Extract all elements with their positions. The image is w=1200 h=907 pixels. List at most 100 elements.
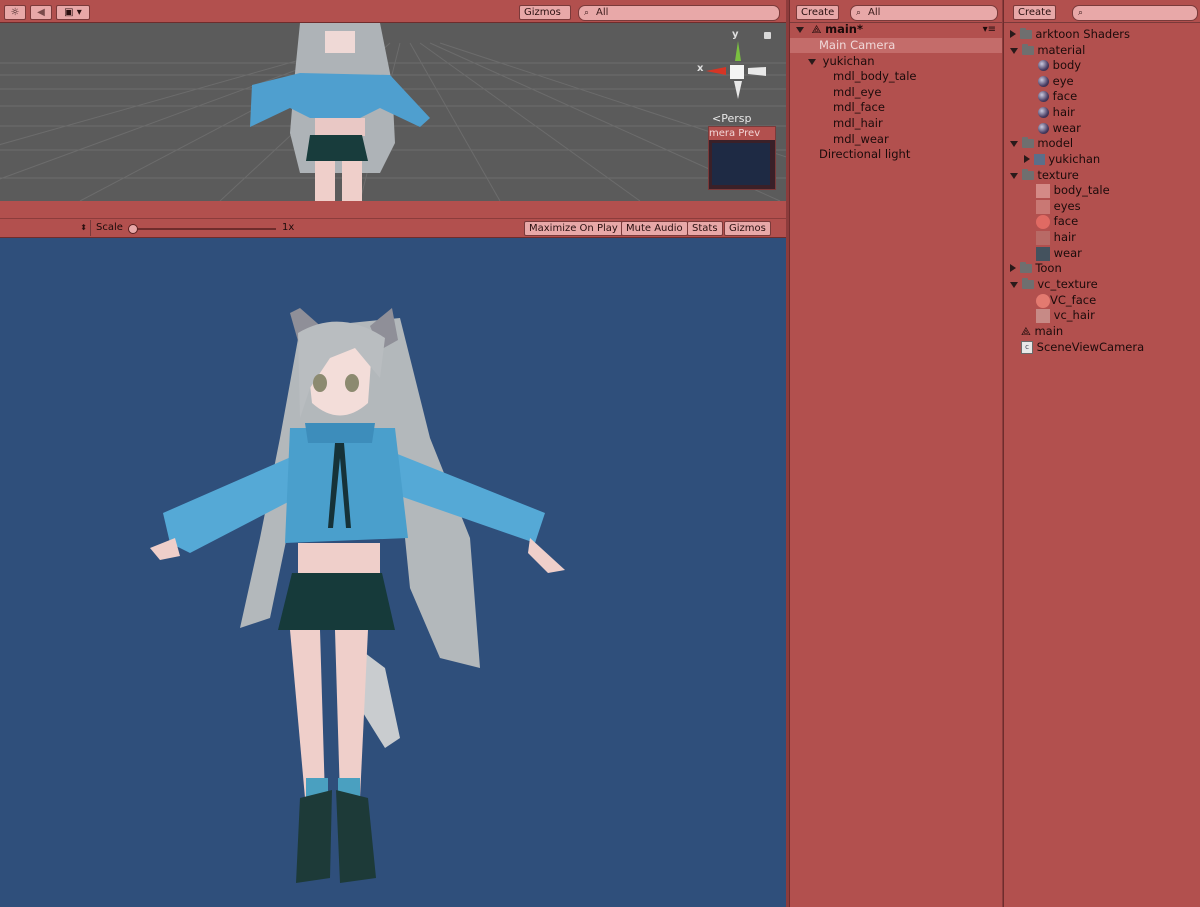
folder-icon — [1019, 28, 1032, 39]
hierarchy-search-input[interactable]: ⌕ All — [850, 5, 998, 21]
hierarchy-item-main-camera[interactable]: Main Camera — [790, 38, 1002, 53]
project-folder-vc-texture[interactable]: vc_texture — [1010, 277, 1098, 292]
hierarchy-item-yukichan[interactable]: yukichan — [790, 54, 875, 69]
maximize-on-play-button[interactable]: Maximize On Play — [524, 221, 623, 236]
project-texture-body-tale[interactable]: body_tale — [1036, 183, 1110, 198]
scene-grid — [0, 23, 786, 201]
expand-arrow-icon[interactable] — [1010, 264, 1016, 272]
project-texture-hair[interactable]: hair — [1036, 230, 1076, 245]
hierarchy-item-mdl-wear[interactable]: mdl_wear — [833, 132, 889, 147]
persp-label[interactable]: <Persp — [712, 112, 751, 125]
project-material-wear[interactable]: wear — [1038, 121, 1081, 136]
panel-divider[interactable] — [0, 201, 786, 218]
project-texture-vc-face[interactable]: VC_face — [1036, 293, 1096, 308]
expand-arrow-icon[interactable] — [1010, 141, 1018, 147]
project-scene-main[interactable]: ⟁ main — [1021, 324, 1063, 339]
game-viewport[interactable] — [0, 238, 786, 907]
scale-slider[interactable] — [128, 224, 276, 234]
scene-toolbar: ☼ ◀ ▣ ▾ Gizmos ⌕ All — [0, 0, 786, 23]
project-material-face[interactable]: face — [1038, 89, 1077, 104]
scene-search-input[interactable]: ⌕ All — [578, 5, 780, 21]
project-script-sceneviewcamera[interactable]: c SceneViewCamera — [1021, 340, 1144, 355]
hierarchy-item-mdl-hair[interactable]: mdl_hair — [833, 116, 883, 131]
mute-audio-button[interactable]: Mute Audio — [621, 221, 688, 236]
camera-preview-header: mera Prev — [709, 127, 775, 140]
hierarchy-item-mdl-body-tale[interactable]: mdl_body_tale — [833, 69, 916, 84]
expand-arrow-icon[interactable] — [1010, 30, 1016, 38]
hierarchy-item-directional-light[interactable]: Directional light — [819, 147, 910, 162]
material-sphere-icon — [1038, 60, 1049, 71]
axis-y-label: y — [732, 29, 739, 40]
texture-thumbnail-icon — [1036, 293, 1050, 308]
game-character — [150, 308, 565, 883]
chevron-updown-icon: ⬍ — [80, 223, 87, 232]
folder-icon — [1019, 262, 1032, 273]
texture-thumbnail-icon — [1036, 214, 1050, 229]
lock-icon[interactable] — [764, 32, 771, 39]
material-sphere-icon — [1038, 76, 1049, 87]
folder-icon — [1021, 169, 1034, 180]
project-texture-wear[interactable]: wear — [1036, 246, 1082, 261]
project-texture-vc-hair[interactable]: vc_hair — [1036, 308, 1095, 323]
effects-toggle[interactable]: ▣ ▾ — [56, 5, 90, 20]
slider-handle[interactable] — [128, 224, 138, 234]
project-folder-texture[interactable]: texture — [1010, 168, 1079, 183]
project-folder-material[interactable]: material — [1010, 43, 1085, 58]
material-sphere-icon — [1038, 107, 1049, 118]
folder-icon — [1021, 137, 1034, 148]
project-material-hair[interactable]: hair — [1038, 105, 1075, 120]
texture-thumbnail-icon — [1036, 308, 1050, 323]
hierarchy-scene-row[interactable]: ⟁ main* ▾≡ — [790, 22, 1002, 37]
expand-arrow-icon[interactable] — [1010, 48, 1018, 54]
project-texture-eyes[interactable]: eyes — [1036, 199, 1081, 214]
project-folder-toon[interactable]: Toon — [1010, 261, 1062, 276]
project-folder-arktoon-shaders[interactable]: arktoon Shaders — [1010, 27, 1130, 42]
scene-menu-icon[interactable]: ▾≡ — [983, 22, 996, 37]
display-dropdown[interactable]: ⬍ — [0, 220, 91, 236]
folder-icon — [1021, 44, 1034, 55]
project-search-input[interactable]: ⌕ — [1072, 5, 1198, 21]
expand-arrow-icon[interactable] — [1024, 155, 1030, 163]
texture-thumbnail-icon — [1036, 246, 1050, 261]
csharp-script-icon: c — [1021, 341, 1033, 354]
hierarchy-item-mdl-eye[interactable]: mdl_eye — [833, 85, 881, 100]
scene-viewport[interactable]: y x <Persp mera Prev — [0, 23, 786, 201]
hierarchy-toolbar: Create ⌕ All — [790, 0, 1002, 23]
audio-toggle[interactable]: ◀ — [30, 5, 52, 20]
lighting-toggle[interactable]: ☼ — [4, 5, 26, 20]
expand-arrow-icon[interactable] — [808, 59, 816, 65]
project-model-yukichan[interactable]: yukichan — [1024, 152, 1100, 167]
texture-thumbnail-icon — [1036, 230, 1050, 245]
axis-x-label: x — [697, 63, 704, 74]
game-toolbar: ⬍ Scale 1x Maximize On Play Mute Audio S… — [0, 219, 786, 238]
camera-preview: mera Prev — [708, 126, 776, 190]
unity-scene-icon: ⟁ — [1021, 325, 1031, 338]
project-panel: Create ⌕ arktoon Shaders material body e… — [1003, 0, 1200, 907]
expand-arrow-icon[interactable] — [1010, 173, 1018, 179]
hierarchy-create-button[interactable]: Create — [796, 5, 840, 20]
search-icon: ⌕ — [1078, 8, 1084, 18]
search-icon: ⌕ — [584, 8, 590, 18]
hierarchy-panel: Create ⌕ All ⟁ main* ▾≡ Main Camera yuki… — [789, 0, 1002, 907]
material-sphere-icon — [1038, 123, 1049, 134]
scene-gizmos-dropdown[interactable]: Gizmos — [519, 5, 571, 20]
project-create-button[interactable]: Create — [1013, 5, 1057, 20]
hierarchy-item-mdl-face[interactable]: mdl_face — [833, 100, 885, 115]
project-texture-face[interactable]: face — [1036, 214, 1078, 229]
stats-button[interactable]: Stats — [687, 221, 723, 236]
project-material-eye[interactable]: eye — [1038, 74, 1074, 89]
expand-arrow-icon[interactable] — [1010, 282, 1018, 288]
scale-value: 1x — [282, 222, 295, 233]
expand-arrow-icon[interactable] — [796, 27, 804, 33]
texture-thumbnail-icon — [1036, 199, 1050, 214]
project-toolbar: Create ⌕ — [1004, 0, 1200, 23]
scale-label: Scale — [96, 222, 123, 233]
model-prefab-icon — [1033, 154, 1045, 165]
project-material-body[interactable]: body — [1038, 58, 1081, 73]
game-gizmos-button[interactable]: Gizmos — [724, 221, 771, 236]
folder-icon — [1021, 278, 1034, 289]
material-sphere-icon — [1038, 91, 1049, 102]
camera-preview-image — [712, 143, 770, 185]
unity-scene-icon: ⟁ — [811, 23, 822, 36]
project-folder-model[interactable]: model — [1010, 136, 1073, 151]
